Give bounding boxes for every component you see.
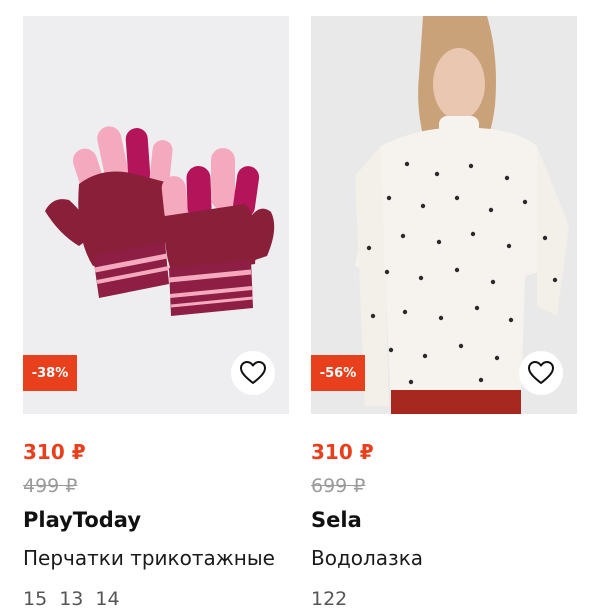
old-price: 699 ₽ <box>311 475 366 497</box>
size-option[interactable]: 14 <box>95 585 119 613</box>
brand-name: PlayToday <box>23 508 142 532</box>
old-price: 499 ₽ <box>23 475 78 497</box>
discount-badge: -38% <box>23 355 77 391</box>
current-price: 310 ₽ <box>23 440 86 464</box>
product-title[interactable]: Водолазка <box>311 543 577 573</box>
product-card[interactable]: -38% 310 ₽ 499 ₽ PlayToday Перчатки трик… <box>23 0 289 610</box>
product-card[interactable]: -56% 310 ₽ 699 ₽ Sela Водолазка 122 <box>311 0 577 610</box>
sizes-list: 122 <box>311 585 600 613</box>
heart-icon <box>240 361 266 384</box>
favorite-button[interactable] <box>519 351 563 395</box>
brand-name: Sela <box>311 508 362 532</box>
product-image[interactable]: -38% <box>23 16 289 414</box>
favorite-button[interactable] <box>231 351 275 395</box>
size-option[interactable]: 13 <box>59 585 83 613</box>
current-price: 310 ₽ <box>311 440 374 464</box>
size-option[interactable]: 122 <box>311 585 347 613</box>
sizes-list: 15 13 14 <box>23 585 313 613</box>
product-image[interactable]: -56% <box>311 16 577 414</box>
discount-badge: -56% <box>311 355 365 391</box>
heart-icon <box>528 361 554 384</box>
size-option[interactable]: 15 <box>23 585 47 613</box>
product-title[interactable]: Перчатки трикотажные <box>23 543 289 573</box>
